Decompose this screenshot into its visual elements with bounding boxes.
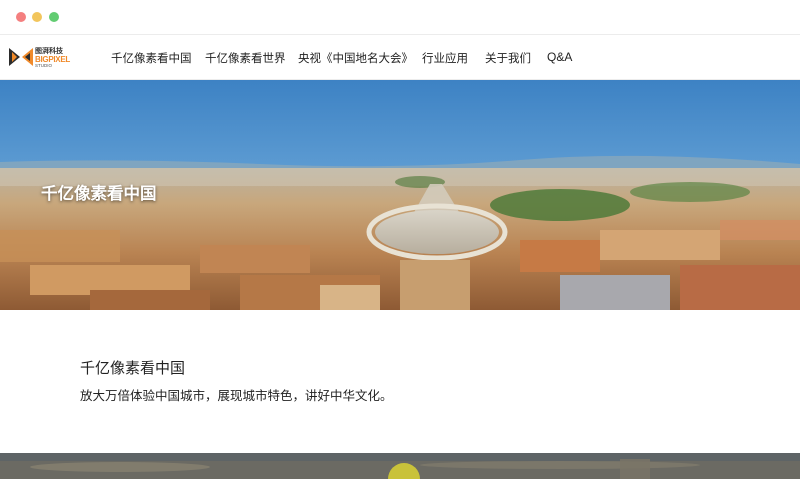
intro-section: 千亿像素看中国 放大万倍体验中国城市，展现城市特色，讲好中华文化。 [0, 310, 800, 453]
browser-chrome [0, 0, 800, 35]
window-minimize-button[interactable] [32, 12, 42, 22]
window-close-button[interactable] [16, 12, 26, 22]
nav-item-industry[interactable]: 行业应用 [422, 50, 468, 66]
nav-item-world[interactable]: 千亿像素看世界 [205, 50, 286, 66]
logo-subtitle: STUDIO [35, 63, 53, 68]
section-description: 放大万倍体验中国城市，展现城市特色，讲好中华文化。 [80, 388, 393, 403]
hero-title: 千亿像素看中国 [41, 184, 157, 203]
nav-item-china[interactable]: 千亿像素看中国 [111, 50, 192, 66]
next-section-photo [0, 453, 800, 479]
section-title: 千亿像素看中国 [80, 359, 186, 377]
next-section-image-preview[interactable] [0, 453, 800, 479]
nav-item-qa[interactable]: Q&A [547, 50, 572, 64]
window-maximize-button[interactable] [49, 12, 59, 22]
top-navigation: 图湃科技 BIGPIXEL STUDIO 千亿像素看中国 千亿像素看世界 央视《… [0, 35, 800, 80]
hero-banner[interactable]: 千亿像素看中国 [0, 80, 800, 310]
logo-mark-icon [9, 48, 33, 66]
brand-logo[interactable]: 图湃科技 BIGPIXEL STUDIO [9, 46, 70, 70]
nav-item-about[interactable]: 关于我们 [485, 50, 531, 66]
nav-item-cctv-program[interactable]: 央视《中国地名大会》 [298, 50, 413, 66]
